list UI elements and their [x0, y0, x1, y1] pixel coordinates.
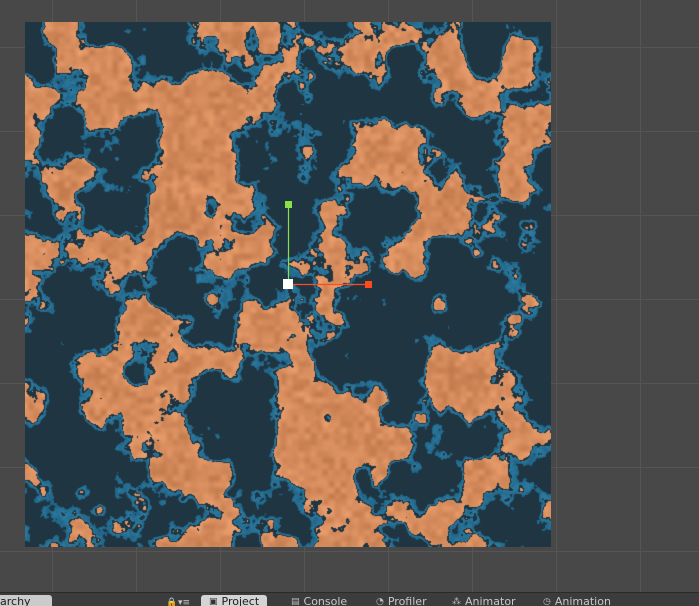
- lock-icon[interactable]: 🔒: [166, 595, 177, 606]
- clock-icon: ◷: [543, 597, 551, 606]
- console-icon: ▤: [291, 597, 300, 606]
- tab-animator[interactable]: ⁂ Animator: [452, 595, 516, 606]
- center-handle[interactable]: [283, 279, 293, 289]
- tab-animation-label: Animation: [554, 595, 611, 606]
- tab-project-label: Project: [221, 595, 260, 606]
- tab-animator-label: Animator: [465, 595, 516, 606]
- folder-icon: ▣: [209, 597, 218, 606]
- profiler-icon: ◔: [376, 597, 384, 606]
- x-axis-handle[interactable]: [365, 281, 372, 288]
- tab-console[interactable]: ▤ Console: [291, 595, 347, 606]
- animator-icon: ⁂: [452, 597, 461, 606]
- tab-profiler[interactable]: ◔ Profiler: [376, 595, 427, 606]
- tab-project[interactable]: ▣ Project: [201, 595, 268, 606]
- tab-hierarchy-label: archy: [0, 595, 31, 606]
- y-axis-handle[interactable]: [285, 201, 292, 208]
- tab-profiler-label: Profiler: [387, 595, 427, 606]
- tab-console-label: Console: [303, 595, 348, 606]
- bottom-tab-bar: archy 🔒 ▾≡ ▣ Project ▤ Console ◔ Profiler ⁂…: [0, 592, 699, 606]
- scene-viewport[interactable]: [0, 0, 699, 592]
- tab-hierarchy[interactable]: archy: [0, 595, 52, 606]
- tab-animation[interactable]: ◷ Animation: [543, 595, 611, 606]
- panel-menu-icon[interactable]: ▾≡: [178, 595, 190, 606]
